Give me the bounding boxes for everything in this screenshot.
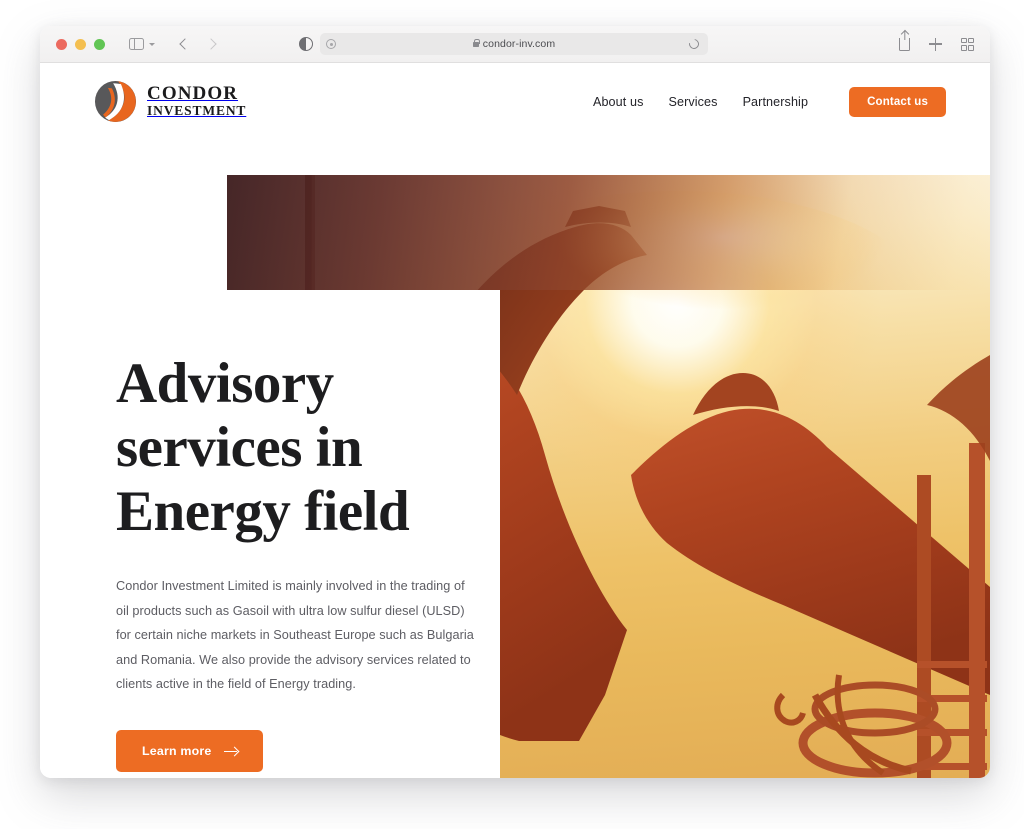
share-icon[interactable] [899,37,910,51]
site-logo[interactable]: CONDOR INVESTMENT [94,80,246,123]
navigation-arrows [179,38,217,50]
hero-paragraph: Condor Investment Limited is mainly invo… [116,579,474,691]
maximize-window-button[interactable] [94,38,105,50]
nav-link-services[interactable]: Services [668,95,717,109]
forward-arrow-icon [205,38,217,50]
main-navigation: About us Services Partnership Contact us [593,86,946,117]
url-display: condor-inv.com [472,38,556,50]
hero-image-top-band [227,175,990,290]
back-arrow-icon[interactable] [179,38,191,50]
learn-more-label: Learn more [142,744,212,759]
logo-line-1: CONDOR [147,83,239,104]
sidebar-toggle-button[interactable] [129,37,155,51]
hero-title: Advisory services in Energy field [116,352,410,543]
new-tab-icon[interactable] [929,37,942,51]
browser-window: condor-inv.com CONDOR INVESTMENT About u… [40,26,990,778]
close-window-button[interactable] [56,38,67,50]
window-controls [56,38,105,50]
page-settings-icon[interactable] [326,39,336,49]
sidebar-icon [129,37,144,51]
learn-more-button[interactable]: Learn more [116,730,264,773]
hero-copy: Advisory services in Energy field Condor… [116,352,488,773]
chevron-down-icon[interactable] [149,43,155,46]
lock-icon [472,39,480,48]
address-bar[interactable]: condor-inv.com [320,33,708,55]
minimize-window-button[interactable] [75,38,86,50]
contact-us-button[interactable]: Contact us [849,86,946,117]
reload-icon[interactable] [687,37,701,51]
site-header: CONDOR INVESTMENT About us Services Part… [40,63,990,140]
contrast-icon[interactable] [299,37,313,51]
browser-toolbar: condor-inv.com [40,26,990,63]
logo-wordmark: CONDOR INVESTMENT [147,84,246,119]
logo-line-2: INVESTMENT [147,103,247,118]
tab-overview-icon[interactable] [961,37,974,51]
url-text: condor-inv.com [482,38,556,50]
hero-section: Advisory services in Energy field Condor… [40,140,990,778]
web-page: CONDOR INVESTMENT About us Services Part… [40,63,990,778]
toolbar-right-actions [899,37,974,51]
nav-link-partnership[interactable]: Partnership [743,95,809,109]
nav-link-about-us[interactable]: About us [593,95,644,109]
condor-flame-logo-icon [94,80,137,123]
arrow-right-icon [224,750,238,753]
